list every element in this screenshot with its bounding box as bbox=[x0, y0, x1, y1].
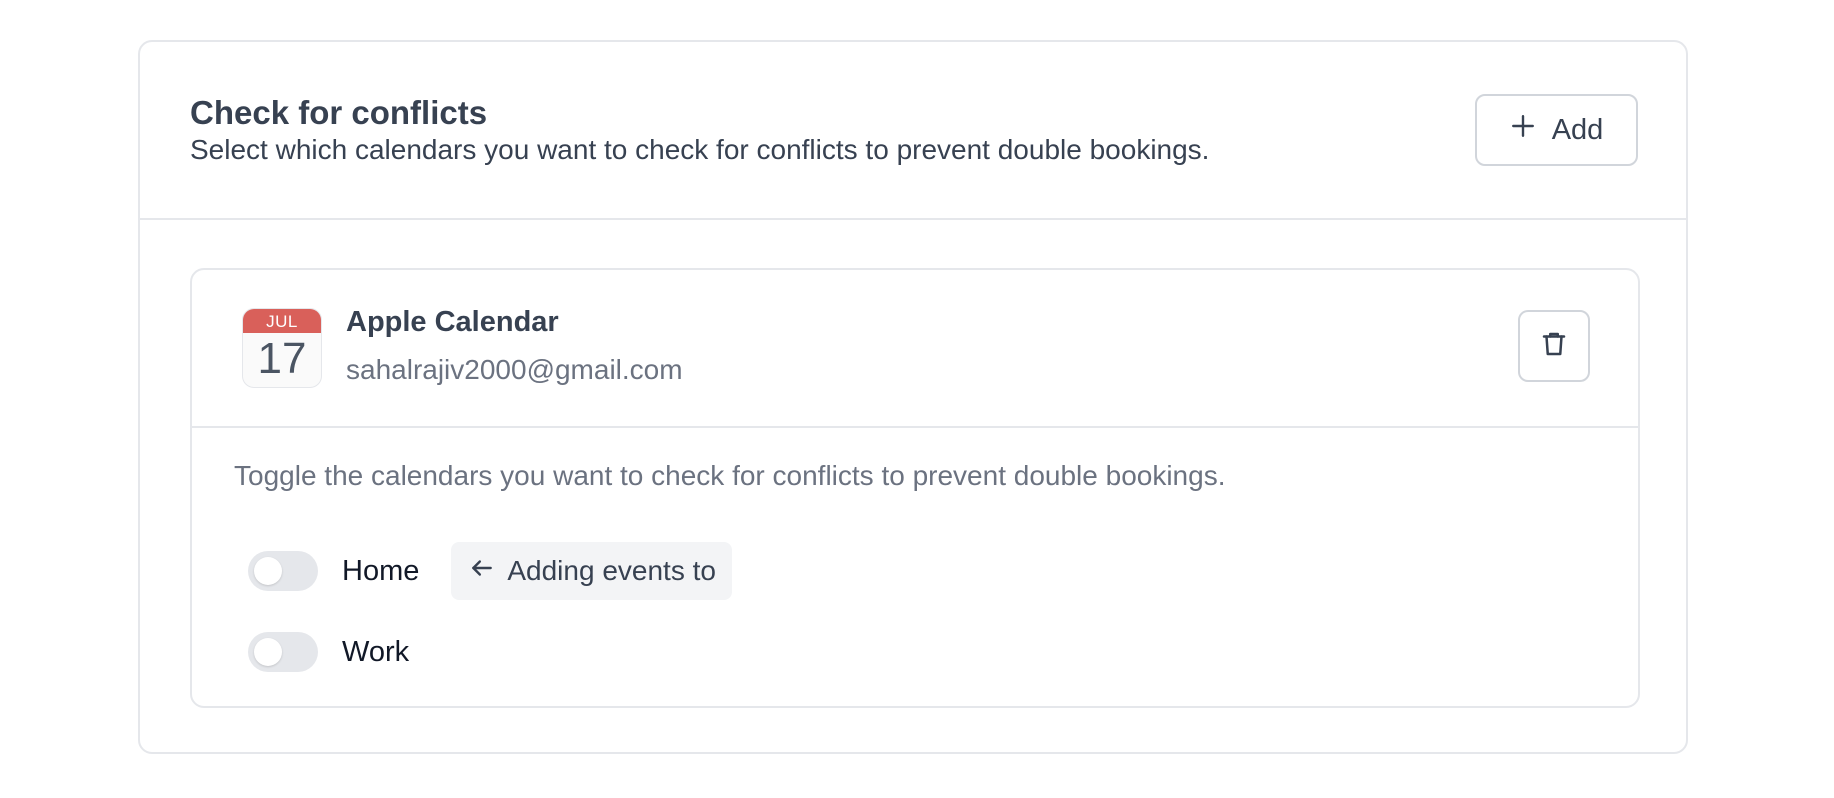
section-title: Check for conflicts bbox=[190, 94, 488, 131]
adding-events-badge: Adding events to bbox=[451, 542, 732, 600]
calendar-label-work: Work bbox=[342, 635, 410, 668]
toggle-knob bbox=[254, 557, 282, 585]
plus-icon bbox=[1510, 113, 1536, 147]
home-calendar-toggle[interactable] bbox=[248, 551, 318, 591]
calendar-connection-card: JUL 17 Apple Calendar sahalrajiv2000@gma… bbox=[190, 268, 1640, 708]
calendar-icon-month: JUL bbox=[243, 309, 321, 333]
calendar-provider-name: Apple Calendar bbox=[346, 306, 559, 338]
trash-icon bbox=[1539, 329, 1569, 364]
calendar-connection-header: JUL 17 Apple Calendar sahalrajiv2000@gma… bbox=[192, 270, 1638, 428]
calendar-row-home: Home Adding events to bbox=[248, 542, 732, 600]
delete-calendar-button[interactable] bbox=[1518, 310, 1590, 382]
toggle-knob bbox=[254, 638, 282, 666]
adding-events-label: Adding events to bbox=[507, 555, 716, 586]
toggle-helper-text: Toggle the calendars you want to check f… bbox=[234, 460, 1226, 491]
calendar-icon-day: 17 bbox=[257, 334, 307, 383]
work-calendar-toggle[interactable] bbox=[248, 632, 318, 672]
apple-calendar-icon: JUL 17 bbox=[242, 308, 322, 388]
calendar-label-home: Home bbox=[342, 554, 420, 587]
conflicts-card: Check for conflicts Select which calenda… bbox=[138, 40, 1688, 754]
calendar-account-email: sahalrajiv2000@gmail.com bbox=[346, 354, 683, 385]
card-header: Check for conflicts Select which calenda… bbox=[140, 42, 1686, 220]
calendar-row-work: Work bbox=[248, 623, 409, 681]
add-button-label: Add bbox=[1551, 113, 1604, 146]
add-button[interactable]: Add bbox=[1475, 94, 1638, 166]
section-subtitle: Select which calendars you want to check… bbox=[190, 134, 1210, 165]
arrow-left-icon bbox=[469, 555, 495, 588]
